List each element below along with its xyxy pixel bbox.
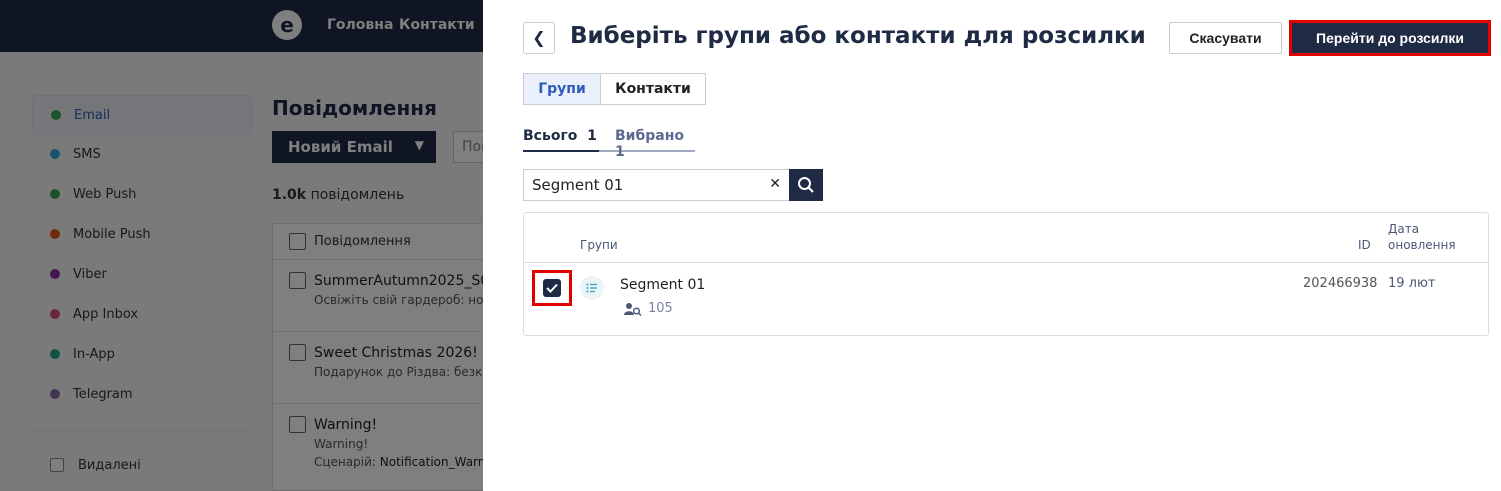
group-count-value: 105 bbox=[648, 301, 673, 316]
cancel-button[interactable]: Скасувати bbox=[1169, 22, 1282, 54]
groups-contacts-switch: Групи Контакти bbox=[523, 73, 706, 105]
group-name: Segment 01 bbox=[620, 277, 706, 293]
group-search-input[interactable]: Segment 01 ✕ bbox=[523, 169, 789, 201]
tab-selected[interactable]: Вибрано 1 bbox=[599, 128, 695, 160]
clear-icon[interactable]: ✕ bbox=[769, 176, 781, 192]
go-to-mailing-button[interactable]: Перейти до розсилки bbox=[1289, 20, 1491, 56]
tab-all-label: Всього bbox=[523, 128, 578, 144]
back-button[interactable]: ❮ bbox=[523, 22, 555, 54]
row-checkbox[interactable] bbox=[532, 270, 572, 306]
column-header-updated-line1: Дата bbox=[1388, 222, 1420, 236]
search-icon bbox=[798, 177, 814, 193]
column-header-updated: Дата оновлення bbox=[1388, 221, 1456, 253]
recipient-selection-drawer: ❮ Виберіть групи або контакти для розсил… bbox=[483, 0, 1501, 491]
column-header-id: ID bbox=[1358, 238, 1371, 252]
tab-groups[interactable]: Групи bbox=[523, 73, 601, 105]
segment-icon bbox=[580, 276, 604, 300]
tab-all[interactable]: Всього 1 bbox=[523, 128, 599, 152]
group-updated-date: 19 лют bbox=[1388, 276, 1436, 291]
chevron-left-icon: ❮ bbox=[532, 28, 546, 47]
table-row[interactable]: Segment 01 105 202466938 19 лют bbox=[524, 263, 1488, 335]
tab-contacts[interactable]: Контакти bbox=[601, 73, 706, 105]
table-header: Групи ID Дата оновлення bbox=[524, 213, 1488, 263]
search-button[interactable] bbox=[789, 169, 823, 201]
user-search-icon bbox=[624, 302, 642, 316]
filter-tabs: Всього 1 Вибрано 1 bbox=[523, 128, 695, 160]
tab-selected-count: 1 bbox=[615, 144, 625, 160]
checkmark-icon bbox=[543, 279, 561, 297]
drawer-title: Виберіть групи або контакти для розсилки bbox=[570, 23, 1146, 49]
group-id: 202466938 bbox=[1303, 276, 1378, 291]
tab-selected-label: Вибрано bbox=[615, 128, 685, 144]
tab-all-count: 1 bbox=[587, 128, 597, 144]
column-header-groups: Групи bbox=[580, 238, 618, 252]
modal-backdrop[interactable] bbox=[0, 0, 483, 491]
search-value: Segment 01 bbox=[532, 176, 624, 194]
column-header-updated-line2: оновлення bbox=[1388, 238, 1456, 252]
groups-table: Групи ID Дата оновлення Segment 01 105 20… bbox=[523, 212, 1489, 336]
group-contact-count: 105 bbox=[624, 301, 673, 316]
